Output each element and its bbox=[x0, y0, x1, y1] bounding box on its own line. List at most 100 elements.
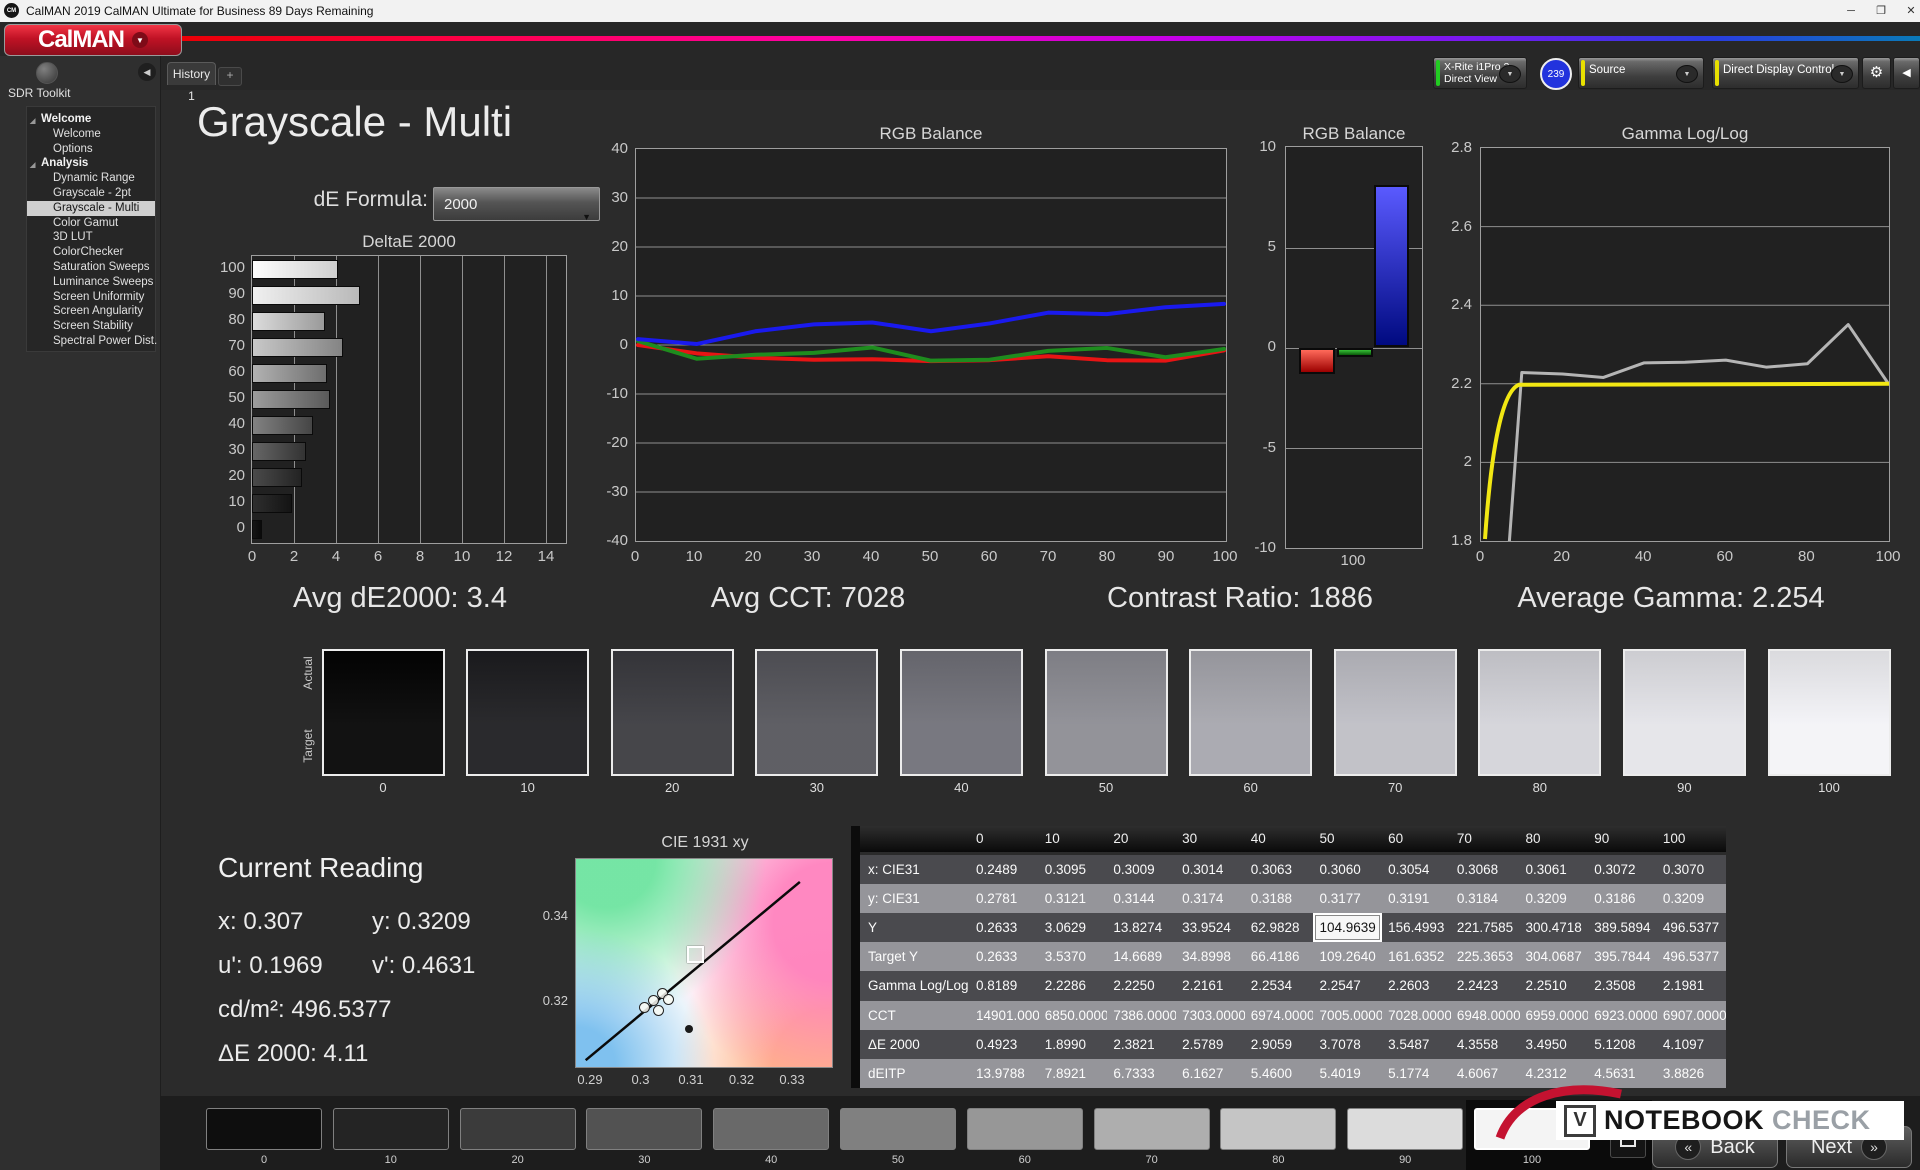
table-cell-Y-30[interactable]: 33.9524 bbox=[1176, 913, 1245, 942]
table-cell-Gamma-Log-Log-20[interactable]: 2.2250 bbox=[1107, 971, 1176, 1000]
table-cell-dEITP-40[interactable]: 5.4600 bbox=[1245, 1059, 1314, 1088]
table-cell-Target-Y-100[interactable]: 496.5377 bbox=[1657, 942, 1726, 971]
table-cell-dEITP-100[interactable]: 3.8826 bbox=[1657, 1059, 1726, 1088]
table-cell-Gamma-Log-Log-50[interactable]: 2.2547 bbox=[1313, 971, 1382, 1000]
footer-patch-40[interactable] bbox=[713, 1108, 829, 1150]
sidebar-collapse-button[interactable]: ◀ bbox=[138, 63, 156, 81]
table-cell-y-CIE31-10[interactable]: 0.3121 bbox=[1039, 884, 1108, 913]
sidebar-item-screen-angularity[interactable]: Screen Angularity bbox=[27, 304, 155, 319]
sidebar-item-welcome[interactable]: Welcome bbox=[27, 127, 155, 142]
table-cell-x-CIE31-90[interactable]: 0.3072 bbox=[1588, 855, 1657, 884]
maximize-button[interactable]: ❐ bbox=[1868, 2, 1894, 20]
display-control-dropdown[interactable]: Direct Display Control ▼ bbox=[1712, 57, 1859, 89]
footer-patch-90[interactable] bbox=[1347, 1108, 1463, 1150]
sidebar-pin-button[interactable] bbox=[36, 62, 58, 84]
table-cell--E-2000-60[interactable]: 3.5487 bbox=[1382, 1030, 1451, 1059]
table-cell-Target-Y-20[interactable]: 14.6689 bbox=[1107, 942, 1176, 971]
table-cell-Y-60[interactable]: 156.4993 bbox=[1382, 913, 1451, 942]
table-cell-CCT-60[interactable]: 7028.0000 bbox=[1382, 1001, 1451, 1030]
table-cell-Target-Y-70[interactable]: 225.3653 bbox=[1451, 942, 1520, 971]
table-cell-CCT-50[interactable]: 7005.0000 bbox=[1313, 1001, 1382, 1030]
table-cell-Y-50[interactable]: 104.9639 bbox=[1313, 913, 1382, 942]
sidebar-item-3d-lut[interactable]: 3D LUT bbox=[27, 230, 155, 245]
footer-patch-10[interactable] bbox=[333, 1108, 449, 1150]
table-cell--E-2000-0[interactable]: 0.4923 bbox=[970, 1030, 1039, 1059]
table-cell-dEITP-30[interactable]: 6.1627 bbox=[1176, 1059, 1245, 1088]
sidebar-item-screen-uniformity[interactable]: Screen Uniformity bbox=[27, 290, 155, 305]
table-cell--E-2000-70[interactable]: 4.3558 bbox=[1451, 1030, 1520, 1059]
table-cell-Gamma-Log-Log-10[interactable]: 2.2286 bbox=[1039, 971, 1108, 1000]
table-cell-y-CIE31-30[interactable]: 0.3174 bbox=[1176, 884, 1245, 913]
close-button[interactable]: ✕ bbox=[1898, 2, 1920, 20]
table-cell-Target-Y-30[interactable]: 34.8998 bbox=[1176, 942, 1245, 971]
table-cell-Gamma-Log-Log-70[interactable]: 2.2423 bbox=[1451, 971, 1520, 1000]
table-cell-Y-70[interactable]: 221.7585 bbox=[1451, 913, 1520, 942]
sidebar-item-grayscale-2pt[interactable]: Grayscale - 2pt bbox=[27, 186, 155, 201]
sidebar-item-color-gamut[interactable]: Color Gamut bbox=[27, 216, 155, 231]
table-cell-Gamma-Log-Log-80[interactable]: 2.2510 bbox=[1520, 971, 1589, 1000]
table-cell-dEITP-60[interactable]: 5.1774 bbox=[1382, 1059, 1451, 1088]
table-cell-CCT-40[interactable]: 6974.0000 bbox=[1245, 1001, 1314, 1030]
table-cell-y-CIE31-70[interactable]: 0.3184 bbox=[1451, 884, 1520, 913]
sidebar-item-grayscale-multi[interactable]: Grayscale - Multi bbox=[27, 201, 155, 216]
footer-patch-0[interactable] bbox=[206, 1108, 322, 1150]
table-cell-x-CIE31-30[interactable]: 0.3014 bbox=[1176, 855, 1245, 884]
table-cell-dEITP-20[interactable]: 6.7333 bbox=[1107, 1059, 1176, 1088]
table-cell--E-2000-30[interactable]: 2.5789 bbox=[1176, 1030, 1245, 1059]
table-cell-CCT-30[interactable]: 7303.0000 bbox=[1176, 1001, 1245, 1030]
table-cell--E-2000-40[interactable]: 2.9059 bbox=[1245, 1030, 1314, 1059]
table-cell-x-CIE31-10[interactable]: 0.3095 bbox=[1039, 855, 1108, 884]
table-cell-y-CIE31-50[interactable]: 0.3177 bbox=[1313, 884, 1382, 913]
settings-button[interactable]: ⚙ bbox=[1862, 57, 1891, 89]
table-cell-Gamma-Log-Log-40[interactable]: 2.2534 bbox=[1245, 971, 1314, 1000]
table-cell--E-2000-20[interactable]: 2.3821 bbox=[1107, 1030, 1176, 1059]
table-cell-Y-90[interactable]: 389.5894 bbox=[1588, 913, 1657, 942]
meter-dropdown[interactable]: X-Rite i1Pro 2 Direct View ▼ bbox=[1433, 57, 1527, 89]
table-cell-Y-0[interactable]: 0.2633 bbox=[970, 913, 1039, 942]
table-cell--E-2000-10[interactable]: 1.8990 bbox=[1039, 1030, 1108, 1059]
table-cell-Gamma-Log-Log-90[interactable]: 2.3508 bbox=[1588, 971, 1657, 1000]
table-cell-x-CIE31-40[interactable]: 0.3063 bbox=[1245, 855, 1314, 884]
sidebar-item-dynamic-range[interactable]: Dynamic Range bbox=[27, 171, 155, 186]
table-cell-Y-40[interactable]: 62.9828 bbox=[1245, 913, 1314, 942]
minimize-button[interactable]: ─ bbox=[1838, 2, 1864, 20]
table-cell-y-CIE31-0[interactable]: 0.2781 bbox=[970, 884, 1039, 913]
table-cell-CCT-100[interactable]: 6907.0000 bbox=[1657, 1001, 1726, 1030]
table-cell-Y-80[interactable]: 300.4718 bbox=[1520, 913, 1589, 942]
table-cell-Target-Y-60[interactable]: 161.6352 bbox=[1382, 942, 1451, 971]
sidebar-item-welcome[interactable]: ◢Welcome bbox=[27, 112, 155, 127]
source-dropdown[interactable]: Source ▼ bbox=[1578, 57, 1704, 89]
table-cell-Y-20[interactable]: 13.8274 bbox=[1107, 913, 1176, 942]
table-cell-x-CIE31-50[interactable]: 0.3060 bbox=[1313, 855, 1382, 884]
table-cell-Gamma-Log-Log-100[interactable]: 2.1981 bbox=[1657, 971, 1726, 1000]
table-cell-Target-Y-50[interactable]: 109.2640 bbox=[1313, 942, 1382, 971]
table-cell-Target-Y-10[interactable]: 3.5370 bbox=[1039, 942, 1108, 971]
footer-patch-50[interactable] bbox=[840, 1108, 956, 1150]
footer-patch-70[interactable] bbox=[1094, 1108, 1210, 1150]
table-cell-Gamma-Log-Log-30[interactable]: 2.2161 bbox=[1176, 971, 1245, 1000]
table-cell-Y-100[interactable]: 496.5377 bbox=[1657, 913, 1726, 942]
table-cell-CCT-10[interactable]: 6850.0000 bbox=[1039, 1001, 1108, 1030]
table-cell-x-CIE31-20[interactable]: 0.3009 bbox=[1107, 855, 1176, 884]
footer-patch-80[interactable] bbox=[1220, 1108, 1336, 1150]
footer-patch-30[interactable] bbox=[586, 1108, 702, 1150]
meter-count-badge[interactable]: 239 bbox=[1540, 58, 1572, 90]
sidebar-item-options[interactable]: Options bbox=[27, 142, 155, 157]
sidebar-item-colorchecker[interactable]: ColorChecker bbox=[27, 245, 155, 260]
table-cell-x-CIE31-60[interactable]: 0.3054 bbox=[1382, 855, 1451, 884]
sidebar-item-luminance-sweeps[interactable]: Luminance Sweeps bbox=[27, 275, 155, 290]
calman-menu-button[interactable]: CalMAN ▼ bbox=[4, 24, 182, 56]
table-cell-x-CIE31-100[interactable]: 0.3070 bbox=[1657, 855, 1726, 884]
table-cell-Gamma-Log-Log-0[interactable]: 0.8189 bbox=[970, 971, 1039, 1000]
footer-patch-60[interactable] bbox=[967, 1108, 1083, 1150]
table-cell-y-CIE31-20[interactable]: 0.3144 bbox=[1107, 884, 1176, 913]
table-cell-Target-Y-80[interactable]: 304.0687 bbox=[1520, 942, 1589, 971]
footer-patch-20[interactable] bbox=[460, 1108, 576, 1150]
table-cell-Target-Y-90[interactable]: 395.7844 bbox=[1588, 942, 1657, 971]
table-cell-Target-Y-0[interactable]: 0.2633 bbox=[970, 942, 1039, 971]
table-cell-CCT-20[interactable]: 7386.0000 bbox=[1107, 1001, 1176, 1030]
sidebar-item-analysis[interactable]: ◢Analysis bbox=[27, 156, 155, 171]
table-cell-dEITP-0[interactable]: 13.9788 bbox=[970, 1059, 1039, 1088]
table-cell-y-CIE31-60[interactable]: 0.3191 bbox=[1382, 884, 1451, 913]
table-cell-x-CIE31-0[interactable]: 0.2489 bbox=[970, 855, 1039, 884]
